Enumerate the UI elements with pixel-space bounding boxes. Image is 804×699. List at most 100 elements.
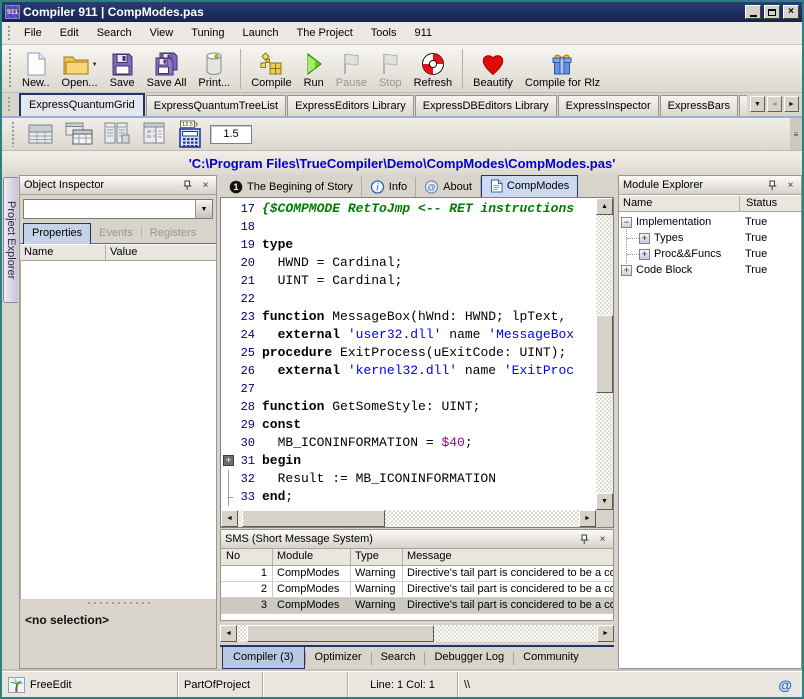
message-tab-debugger-log[interactable]: Debugger Log — [425, 647, 513, 667]
menu-launch[interactable]: Launch — [233, 23, 287, 43]
toolbar-grip[interactable] — [7, 96, 12, 113]
grid-windows-icon[interactable] — [64, 121, 94, 147]
toolbar-button-refresh[interactable]: Refresh — [408, 46, 459, 92]
toolbar-button-run[interactable]: Run — [298, 46, 330, 92]
component-tab-expressquantumtreelist[interactable]: ExpressQuantumTreeList — [146, 95, 286, 116]
scroll-left-button[interactable]: ◄ — [220, 625, 237, 642]
collapse-icon[interactable]: − — [621, 217, 632, 228]
component-tab-expresseditors-library[interactable]: ExpressEditors Library — [287, 95, 414, 116]
menu-file[interactable]: File — [15, 23, 51, 43]
toolbar-overflow-icon[interactable]: ≡ — [790, 118, 802, 150]
scroll-down-button[interactable]: ▼ — [596, 493, 613, 510]
toolbar-button-print[interactable]: Print... — [192, 46, 236, 92]
editor-tab-about[interactable]: @About — [416, 177, 481, 197]
toolbar-grip[interactable] — [7, 25, 12, 41]
code-line[interactable]: 33end; — [221, 488, 596, 506]
scrollbar-thumb[interactable] — [242, 510, 385, 527]
column-header-name[interactable]: Name — [619, 196, 739, 211]
toolbar-button-pause[interactable]: Pause — [330, 46, 373, 92]
column-header-module[interactable]: Module — [273, 549, 351, 565]
scrollbar-thumb[interactable] — [247, 625, 434, 642]
code-line[interactable]: 20 HWND = Cardinal; — [221, 254, 596, 272]
message-tab-search[interactable]: Search — [372, 647, 425, 667]
sms-row[interactable]: 2CompModesWarningDirective's tail part i… — [221, 582, 613, 598]
column-divider[interactable] — [739, 196, 740, 211]
close-icon[interactable]: × — [199, 179, 212, 192]
horizontal-scrollbar[interactable]: ◄ ► — [221, 510, 596, 527]
grid-card-icon[interactable] — [140, 121, 170, 147]
toolbar-button-compile-for-rlz[interactable]: Compile for Rlz — [519, 46, 606, 92]
menu-the-project[interactable]: The Project — [288, 23, 362, 43]
toolbar-button-compile[interactable]: Compile — [245, 46, 297, 92]
column-header-value[interactable]: Value — [106, 245, 216, 260]
title-bar[interactable]: 911 Compiler 911 | CompModes.pas × — [2, 2, 802, 22]
pin-icon[interactable] — [181, 179, 194, 192]
pin-icon[interactable] — [578, 533, 591, 546]
code-line[interactable]: 18 — [221, 218, 596, 236]
code-line[interactable]: 21 UINT = Cardinal; — [221, 272, 596, 290]
combobox-dropdown-button[interactable]: ▼ — [195, 200, 212, 218]
scroll-right-button[interactable]: ► — [597, 625, 614, 642]
code-line[interactable]: 22 — [221, 290, 596, 308]
menu-search[interactable]: Search — [88, 23, 141, 43]
menu-911[interactable]: 911 — [405, 23, 441, 43]
sms-row[interactable]: 1CompModesWarningDirective's tail part i… — [221, 566, 613, 582]
toolbar-grip[interactable] — [8, 48, 13, 89]
project-explorer-tab[interactable]: Project Explorer — [3, 177, 18, 303]
column-header-name[interactable]: Name — [20, 245, 106, 260]
code-line[interactable]: 32 Result := MB_ICONINFORMATION — [221, 470, 596, 488]
close-button[interactable]: × — [783, 5, 799, 19]
code-line[interactable]: 19type — [221, 236, 596, 254]
code-line[interactable]: 30 MB_ICONINFORMATION = $40; — [221, 434, 596, 452]
panel-splitter[interactable] — [20, 599, 216, 608]
inspector-tab-registers[interactable]: Registers — [142, 224, 204, 243]
toolbar-grip[interactable] — [11, 121, 16, 147]
menu-view[interactable]: View — [141, 23, 183, 43]
inspector-tab-properties[interactable]: Properties — [23, 223, 91, 244]
code-line[interactable]: 27 — [221, 380, 596, 398]
sms-horizontal-scrollbar[interactable]: ◄ ► — [220, 625, 614, 642]
expand-icon[interactable]: + — [639, 249, 650, 260]
toolbar-button-open[interactable]: ▼Open... — [56, 46, 104, 92]
menu-edit[interactable]: Edit — [51, 23, 88, 43]
tab-scroll-left-button[interactable]: ◄ — [767, 96, 782, 112]
module-row-implementation[interactable]: −ImplementationTrue — [619, 214, 801, 230]
minimize-button[interactable] — [745, 5, 761, 19]
scroll-up-button[interactable]: ▲ — [596, 198, 613, 215]
inspector-tab-events[interactable]: Events — [91, 224, 141, 243]
editor-tab-compmodes[interactable]: CompModes — [481, 175, 578, 197]
code-line[interactable]: +31begin — [221, 452, 596, 470]
code-line[interactable]: 25procedure ExitProcess(uExitCode: UINT)… — [221, 344, 596, 362]
message-tab-community[interactable]: Community — [514, 647, 588, 667]
dropdown-arrow-icon[interactable]: ▼ — [92, 62, 98, 68]
toolbar-button-save-all[interactable]: Save All — [141, 46, 193, 92]
scale-value-field[interactable]: 1.5 — [210, 125, 252, 144]
calculator-icon[interactable]: 12.5 — [178, 120, 203, 149]
pin-icon[interactable] — [766, 179, 779, 192]
vertical-scrollbar[interactable]: ▲ ▼ — [596, 198, 613, 510]
tab-dropdown-button[interactable]: ▼ — [750, 96, 765, 112]
component-tab-expressmastervie[interactable]: ExpressMasterVie — [739, 95, 747, 116]
component-tab-expressdbeditors-library[interactable]: ExpressDBEditors Library — [415, 95, 557, 116]
code-line[interactable]: 23function MessageBox(hWnd: HWND; lpText… — [221, 308, 596, 326]
scroll-right-button[interactable]: ► — [579, 510, 596, 527]
code-line[interactable]: 28function GetSomeStyle: UINT; — [221, 398, 596, 416]
inspector-body[interactable] — [20, 261, 216, 599]
expand-icon[interactable]: + — [639, 233, 650, 244]
component-tab-expressquantumgrid[interactable]: ExpressQuantumGrid — [19, 93, 145, 116]
at-icon[interactable]: @ — [778, 677, 796, 693]
message-tab-compiler-3[interactable]: Compiler (3) — [222, 647, 305, 669]
toolbar-button-new[interactable]: New.. — [16, 46, 56, 92]
column-header-no[interactable]: No — [221, 549, 273, 565]
toolbar-button-stop[interactable]: Stop — [373, 46, 408, 92]
toolbar-button-beautify[interactable]: Beautify — [467, 46, 519, 92]
fold-collapse-icon[interactable]: + — [223, 455, 234, 466]
message-tab-optimizer[interactable]: Optimizer — [306, 647, 371, 667]
grid-table-icon[interactable] — [26, 121, 56, 147]
scroll-left-button[interactable]: ◄ — [221, 510, 238, 527]
menu-tools[interactable]: Tools — [362, 23, 406, 43]
code-line[interactable]: 26 external 'kernel32.dll' name 'ExitPro… — [221, 362, 596, 380]
code-editor[interactable]: 17{$COMPMODE RetToJmp <-- RET instructio… — [220, 197, 614, 528]
tab-scroll-right-button[interactable]: ► — [784, 96, 799, 112]
editor-tab-the-begining-of-story[interactable]: 1The Begining of Story — [221, 177, 362, 197]
